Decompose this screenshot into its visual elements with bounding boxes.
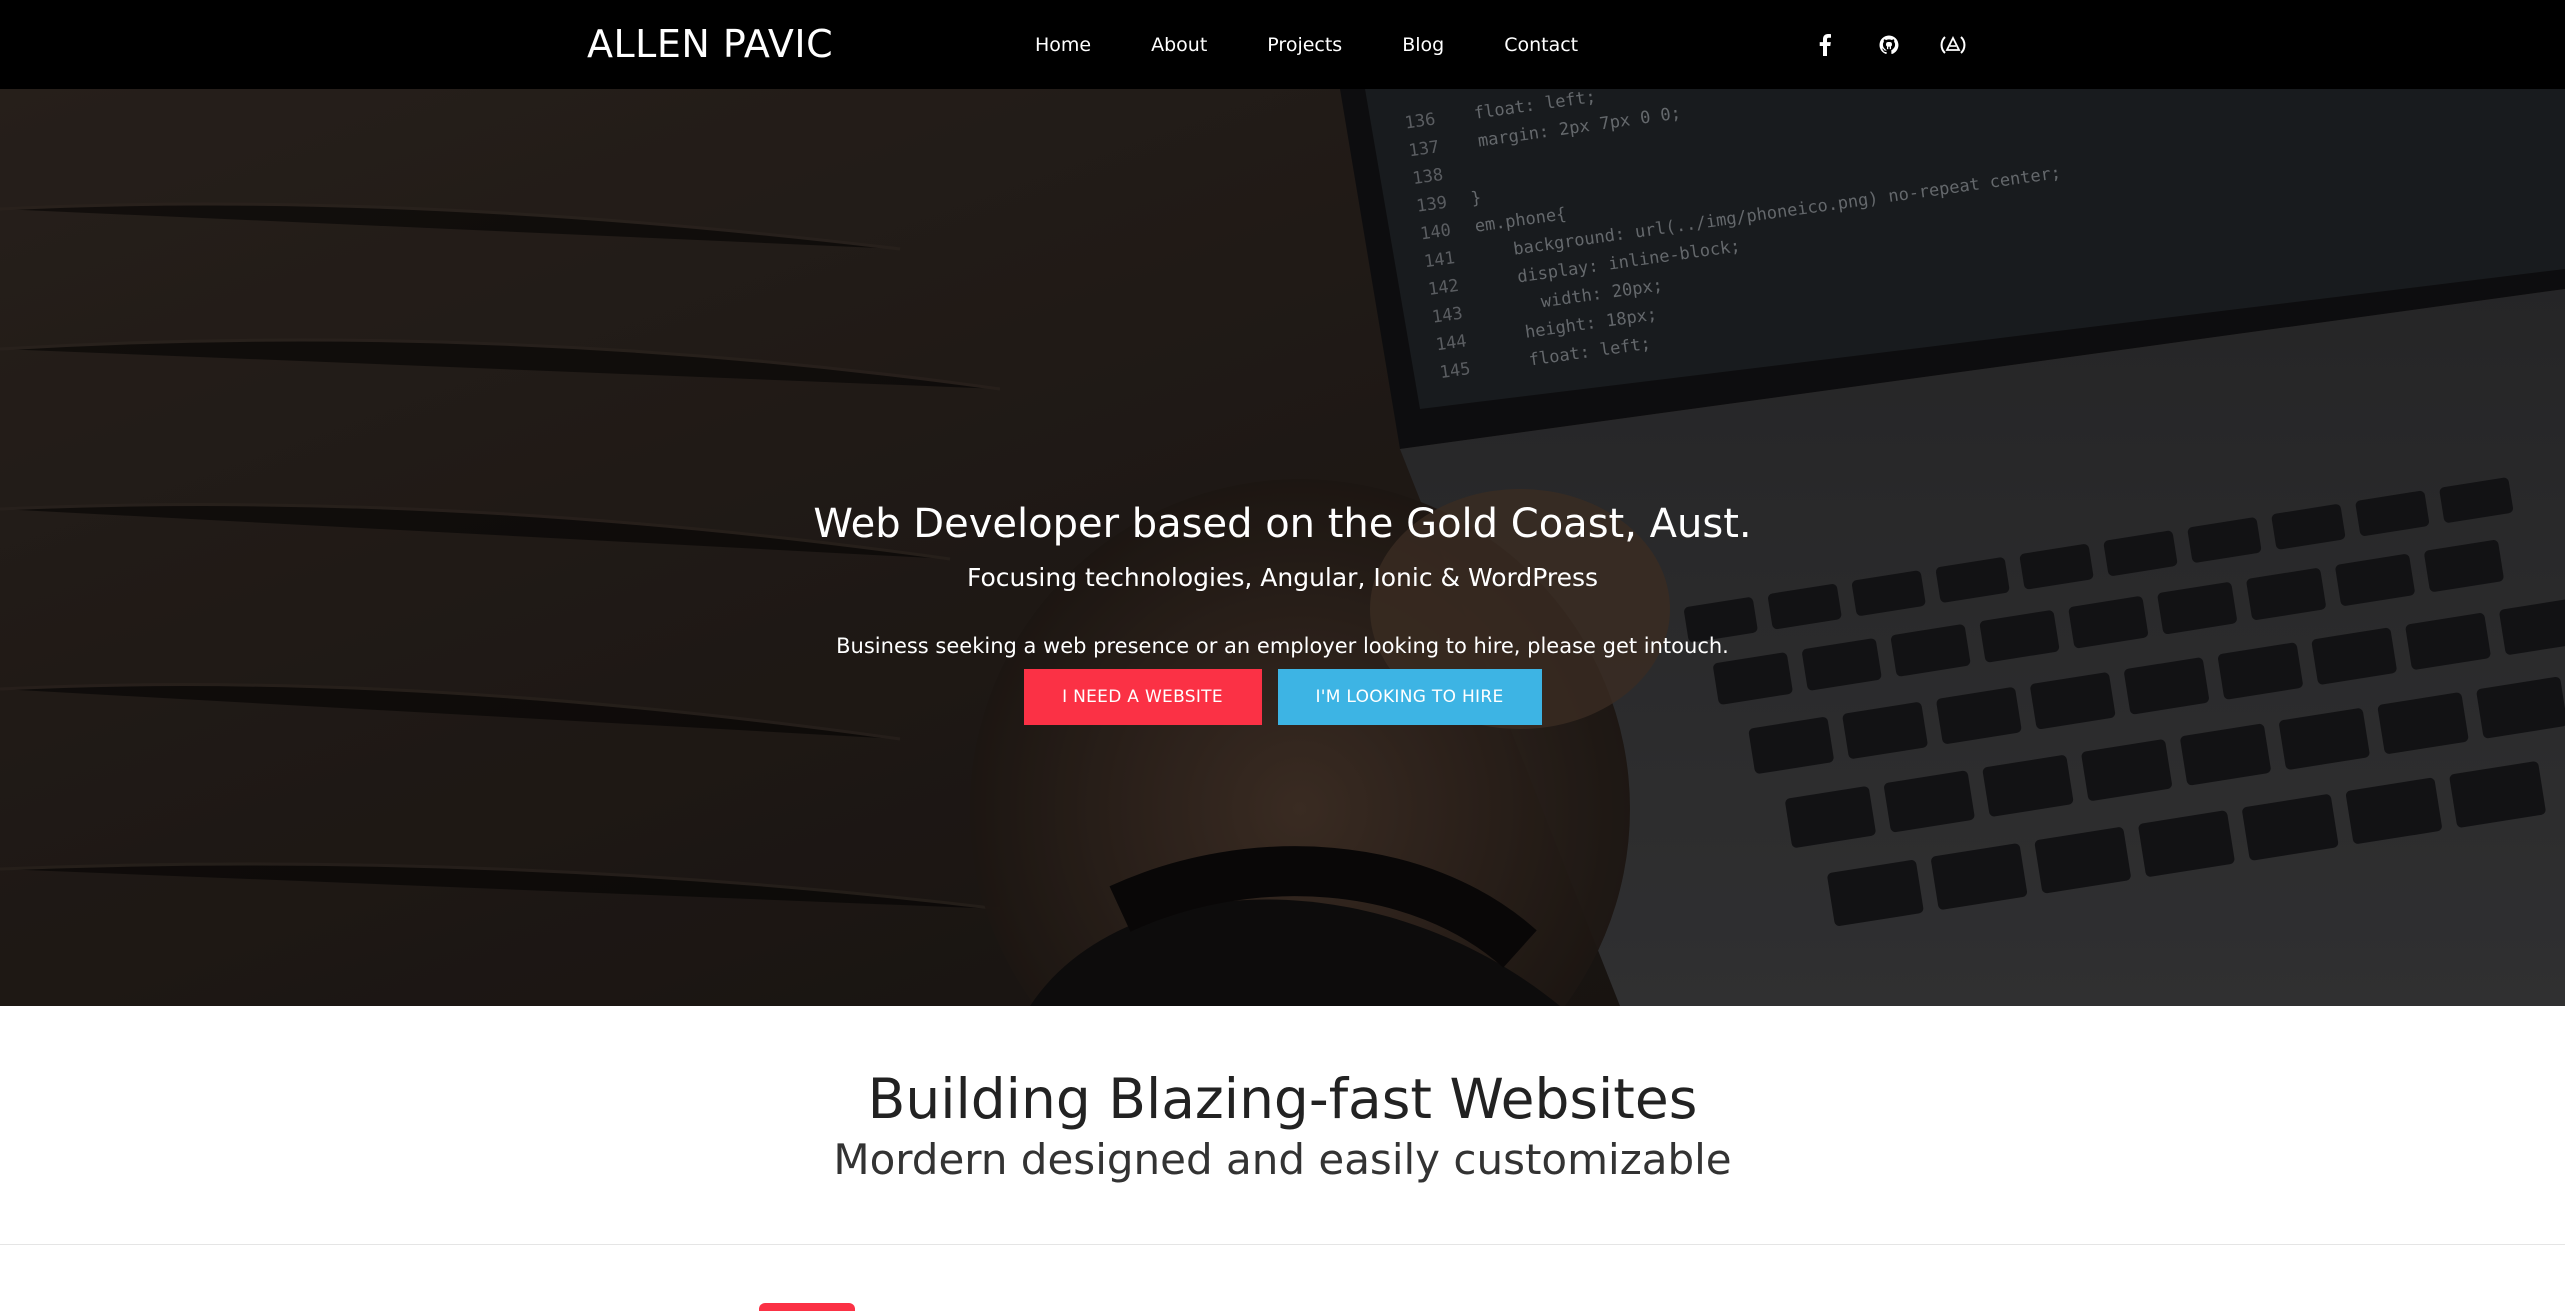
hero-buttons: I NEED A WEBSITE I'M LOOKING TO HIRE (0, 669, 2565, 725)
facebook-icon[interactable] (1810, 30, 1840, 60)
nav-item-contact[interactable]: Contact (1504, 34, 1578, 56)
hero-cta-text: Business seeking a web presence or an em… (836, 634, 1729, 658)
feature-section: Building Blazing-fast Websites Mordern d… (0, 1006, 2565, 1245)
hero-section: 136 float: left; 137 margin: 2px 7px 0 0; … (0, 89, 2565, 1006)
hero-title: Web Developer based on the Gold Coast, A… (813, 501, 1752, 547)
hero-subtitle: Focusing technologies, Angular, Ionic & … (966, 563, 1599, 592)
codepen-icon[interactable] (1938, 30, 1968, 60)
top-navbar: ALLEN PAVIC Home About Projects Blog Con… (0, 0, 2565, 89)
looking-to-hire-button[interactable]: I'M LOOKING TO HIRE (1277, 669, 1542, 725)
nav-menu: Home About Projects Blog Contact (1035, 0, 1638, 89)
github-icon[interactable] (1874, 30, 1904, 60)
need-website-button[interactable]: I NEED A WEBSITE (1023, 669, 1262, 725)
nav-item-projects[interactable]: Projects (1267, 34, 1342, 56)
feature-title: Building Blazing-fast Websites (867, 1067, 1698, 1131)
next-section (0, 1245, 2565, 1311)
brand-logo[interactable]: ALLEN PAVIC (587, 18, 833, 70)
nav-item-home[interactable]: Home (1035, 34, 1091, 56)
feature-subtitle: Mordern designed and easily customizable (833, 1135, 1732, 1184)
social-links (1810, 0, 2002, 89)
nav-item-blog[interactable]: Blog (1402, 34, 1444, 56)
nav-item-about[interactable]: About (1151, 34, 1207, 56)
